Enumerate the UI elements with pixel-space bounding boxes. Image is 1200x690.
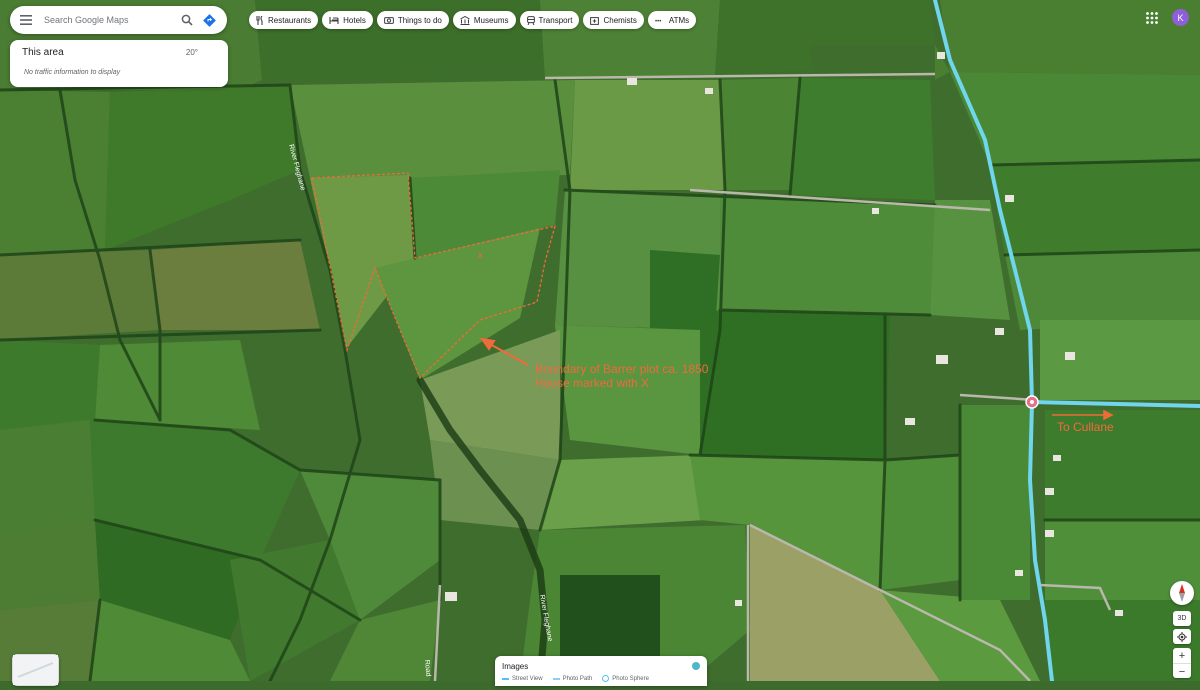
temperature: 20° — [185, 48, 198, 57]
chip-museums[interactable]: Museums — [452, 11, 516, 29]
zoom-in-button[interactable]: + — [1173, 648, 1191, 663]
chip-chemists[interactable]: Chemists — [583, 11, 644, 29]
annotation-house-text: House marked with X — [535, 376, 650, 390]
chip-label: Chemists — [603, 15, 637, 25]
chip-label: Hotels — [343, 15, 366, 25]
photo-path-line-icon — [552, 677, 560, 680]
search-icon — [181, 14, 193, 26]
directions-icon — [202, 13, 216, 27]
fork-knife-icon — [256, 15, 263, 25]
images-panel[interactable]: Images Street View Photo Path Photo Sphe… — [495, 656, 707, 686]
area-info-card[interactable]: This area 20° No traffic information to … — [10, 40, 228, 87]
annotation-direction-text: To Cullane — [1057, 420, 1114, 434]
chip-hotels[interactable]: Hotels — [322, 11, 373, 29]
satellite-map[interactable]: x River Fleghane River Fleghane Road — [0, 0, 1200, 681]
directions-button[interactable] — [198, 6, 220, 34]
layers-button[interactable] — [12, 654, 59, 686]
train-icon — [526, 15, 535, 25]
chip-label: Things to do — [397, 15, 442, 25]
camera-icon — [383, 17, 394, 24]
category-chips: Restaurants Hotels Things to do Museums … — [249, 11, 697, 29]
hamburger-icon — [20, 15, 32, 25]
images-title: Images — [502, 662, 529, 671]
atm-icon: ••• — [655, 19, 661, 24]
location-pin[interactable] — [1025, 395, 1039, 409]
3d-toggle-button[interactable]: 3D — [1173, 611, 1191, 626]
menu-button[interactable] — [10, 6, 42, 34]
search-input[interactable] — [42, 15, 176, 25]
museum-icon — [460, 15, 470, 25]
my-location-button[interactable] — [1173, 629, 1191, 644]
apps-grid-icon[interactable] — [1145, 11, 1159, 25]
chip-label: Museums — [473, 15, 509, 25]
street-view-line-icon — [502, 677, 509, 680]
chip-atms[interactable]: ••• ATMs — [647, 11, 697, 29]
bed-icon — [329, 17, 339, 24]
svg-text:•••: ••• — [655, 19, 661, 24]
chip-label: Restaurants — [268, 15, 312, 25]
search-box — [10, 6, 227, 34]
search-button[interactable] — [176, 6, 198, 34]
compass-icon — [1179, 584, 1185, 602]
account-avatar[interactable]: K — [1172, 9, 1189, 26]
area-title: This area — [22, 47, 64, 58]
chip-label: ATMs — [668, 15, 690, 25]
chip-restaurants[interactable]: Restaurants — [249, 11, 319, 29]
chip-things-to-do[interactable]: Things to do — [376, 11, 449, 29]
zoom-controls: + − — [1173, 648, 1191, 678]
pharmacy-icon — [590, 16, 600, 25]
house-x-marker: x — [478, 250, 483, 260]
chip-label: Transport — [538, 15, 573, 25]
my-location-icon — [1177, 631, 1187, 642]
road-label-road: Road — [423, 660, 431, 677]
compass-button[interactable] — [1170, 581, 1194, 605]
annotation-boundary-text: Boundary of Barrer plot ca. 1850 — [535, 362, 709, 376]
images-toggle[interactable] — [692, 662, 700, 670]
zoom-out-button[interactable]: − — [1173, 663, 1191, 679]
traffic-status: No traffic information to display — [24, 69, 121, 76]
chip-transport[interactable]: Transport — [519, 11, 580, 29]
